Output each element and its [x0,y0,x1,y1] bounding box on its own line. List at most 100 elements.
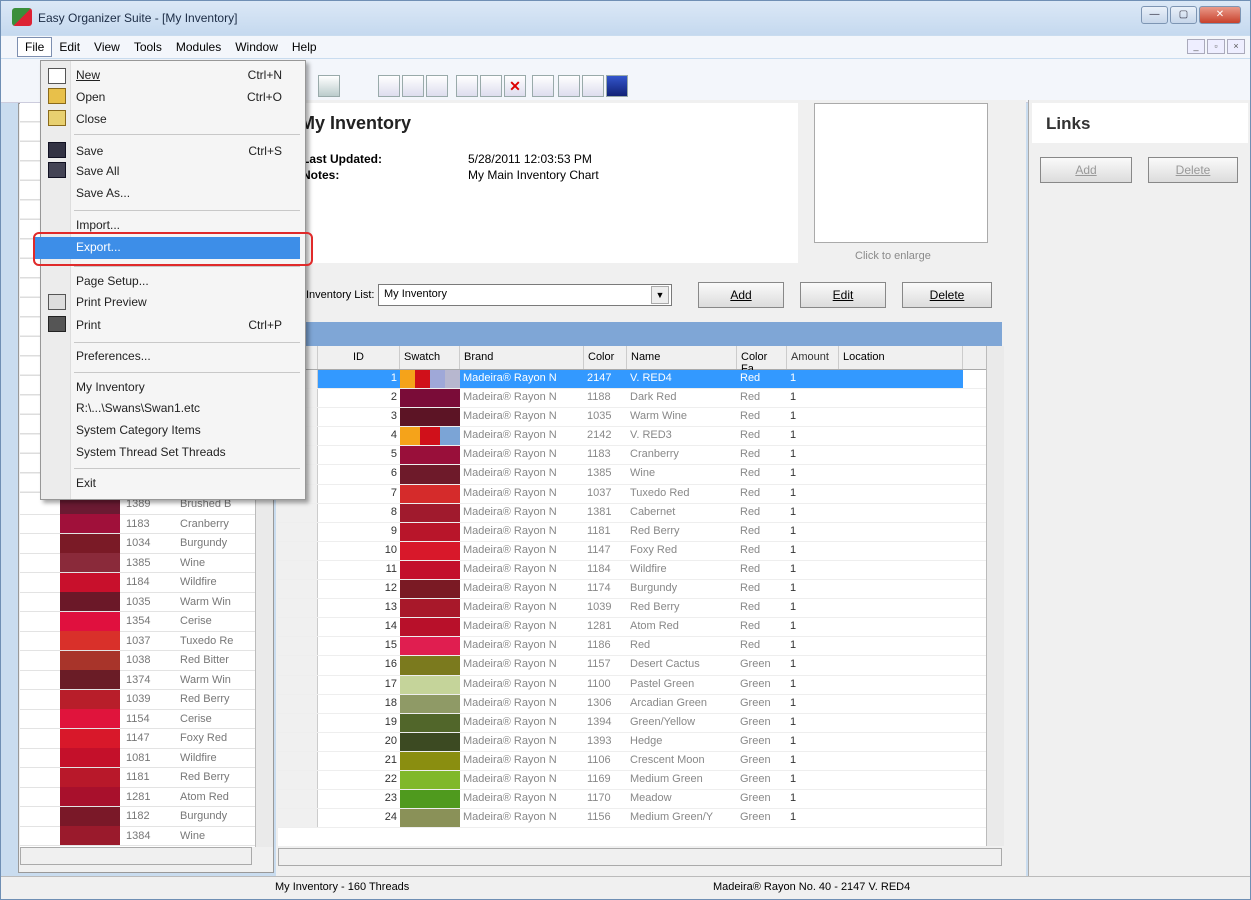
left-vertical-scrollbar[interactable] [255,495,273,847]
menu-item-new[interactable]: New [76,68,100,82]
list-item[interactable]: 1037 Tuxedo Re [20,631,272,651]
table-row[interactable]: 18 Madeira® Rayon N 1306 Arcadian Green Gree… [278,694,986,714]
table-row[interactable]: 9 Madeira® Rayon N 1181 Red Berry Red 1 [278,522,986,542]
list-item[interactable]: 1038 Red Bitter [20,650,272,671]
menu-help[interactable]: Help [285,38,324,56]
toolbar-grid-icon[interactable] [378,75,400,97]
toolbar-print-icon[interactable] [318,75,340,97]
list-item[interactable]: 1182 Burgundy [20,806,272,827]
mdi-minimize-button[interactable]: _ [1187,39,1205,54]
recent-file-4[interactable]: System Thread Set Threads [76,445,226,459]
table-row[interactable]: 19 Madeira® Rayon N 1394 Green/Yellow Green 1 [278,713,986,733]
list-item[interactable]: 1039 Red Berry [20,689,272,710]
col-color[interactable]: Color [584,346,627,369]
mdi-restore-button[interactable]: ▫ [1207,39,1225,54]
grid-vertical-scrollbar[interactable] [986,346,1004,846]
toolbar-monitor-icon[interactable] [606,75,628,97]
table-row[interactable]: 10 Madeira® Rayon N 1147 Foxy Red Red 1 [278,541,986,561]
toolbar-unlink-icon[interactable] [480,75,502,97]
table-row[interactable]: 14 Madeira® Rayon N 1281 Atom Red Red 1 [278,618,986,638]
col-name[interactable]: Name [627,346,737,369]
list-item[interactable]: 1035 Warm Win [20,592,272,612]
col-amount[interactable]: Amount [787,346,839,369]
links-add-button[interactable]: Add [1040,157,1132,183]
col-color-family[interactable]: Color Fa [737,346,787,375]
table-row[interactable]: 4 Madeira® Rayon N 2142 V. RED3 Red 1 [278,427,986,447]
menu-tools[interactable]: Tools [127,38,169,56]
left-horizontal-scrollbar[interactable] [20,847,252,865]
table-row[interactable]: 1 Madeira® Rayon N 2147 V. RED4 Red 1 [278,370,986,390]
table-row[interactable]: 21 Madeira® Rayon N 1106 Crescent Moon Green… [278,751,986,771]
list-item[interactable]: 1081 Wildfire [20,748,272,768]
table-row[interactable]: 15 Madeira® Rayon N 1186 Red Red 1 [278,637,986,657]
table-row[interactable]: 7 Madeira® Rayon N 1037 Tuxedo Red Red 1 [278,484,986,504]
list-item[interactable]: 1154 Cerise [20,709,272,729]
toolbar-add-thread-icon[interactable] [532,75,554,97]
menu-edit[interactable]: Edit [52,38,87,56]
toolbar-chart-icon[interactable] [582,75,604,97]
close-button[interactable]: ✕ [1199,6,1241,24]
list-item[interactable]: 1281 Atom Red [20,787,272,807]
col-brand[interactable]: Brand [460,346,584,369]
toolbar-palette-icon[interactable] [558,75,580,97]
chevron-down-icon[interactable]: ▼ [651,286,669,304]
list-item[interactable]: 1183 Cranberry [20,514,272,534]
table-row[interactable]: 6 Madeira® Rayon N 1385 Wine Red 1 [278,465,986,485]
mdi-close-button[interactable]: × [1227,39,1245,54]
menu-file[interactable]: File [17,37,53,57]
menu-item-save[interactable]: Save [76,144,103,158]
table-row[interactable]: 2 Madeira® Rayon N 1188 Dark Red Red 1 [278,389,986,409]
menu-item-page-setup[interactable]: Page Setup... [76,274,149,288]
menu-item-preferences[interactable]: Preferences... [76,349,151,363]
menu-window[interactable]: Window [228,38,285,56]
menu-item-save-as[interactable]: Save As... [76,186,130,200]
menu-modules[interactable]: Modules [169,38,228,56]
menu-item-print-preview[interactable]: Print Preview [76,295,147,309]
menu-item-open[interactable]: Open [76,90,105,104]
table-row[interactable]: 5 Madeira® Rayon N 1183 Cranberry Red 1 [278,446,986,466]
toolbar-table-icon[interactable] [402,75,424,97]
col-swatch[interactable]: Swatch [400,346,460,369]
table-row[interactable]: 22 Madeira® Rayon N 1169 Medium Green Green 1 [278,770,986,791]
table-row[interactable]: 3 Madeira® Rayon N 1035 Warm Wine Red 1 [278,408,986,428]
list-item[interactable]: 1374 Warm Win [20,670,272,690]
table-row[interactable]: 11 Madeira® Rayon N 1184 Wildfire Red 1 [278,560,986,581]
list-item[interactable]: 1181 Red Berry [20,767,272,788]
inventory-list-dropdown[interactable]: My Inventory [378,284,672,306]
inventory-image[interactable] [814,103,988,243]
table-row[interactable]: 12 Madeira® Rayon N 1174 Burgundy Red 1 [278,580,986,600]
grid-horizontal-scrollbar[interactable] [278,848,1002,866]
col-location[interactable]: Location [839,346,963,369]
recent-file-1[interactable]: My Inventory [76,380,145,394]
table-row[interactable]: 13 Madeira® Rayon N 1039 Red Berry Red 1 [278,599,986,619]
menu-item-exit[interactable]: Exit [76,476,96,490]
table-row[interactable]: 8 Madeira® Rayon N 1381 Cabernet Red 1 [278,503,986,523]
list-item[interactable]: 1385 Wine [20,553,272,573]
minimize-button[interactable]: — [1141,6,1168,24]
list-item[interactable]: 1384 Wine [20,826,272,846]
table-row[interactable]: 20 Madeira® Rayon N 1393 Hedge Green 1 [278,732,986,752]
list-item[interactable]: 1354 Cerise [20,611,272,632]
table-row[interactable]: 24 Madeira® Rayon N 1156 Medium Green/Y Gree… [278,809,986,829]
table-row[interactable]: 17 Madeira® Rayon N 1100 Pastel Green Green 1 [278,675,986,695]
menu-item-import[interactable]: Import... [76,218,120,232]
table-row[interactable]: 16 Madeira® Rayon N 1157 Desert Cactus Green… [278,656,986,676]
menu-item-print[interactable]: Print [76,318,101,332]
list-item[interactable]: 1147 Foxy Red [20,728,272,749]
edit-inventory-button[interactable]: Edit [800,282,886,308]
list-item[interactable]: 1034 Burgundy [20,533,272,554]
maximize-button[interactable]: ▢ [1170,6,1197,24]
menu-view[interactable]: View [87,38,127,56]
menu-item-close[interactable]: Close [76,112,107,126]
delete-inventory-button[interactable]: Delete [902,282,992,308]
recent-file-3[interactable]: System Category Items [76,423,201,437]
table-row[interactable]: 23 Madeira® Rayon N 1170 Meadow Green 1 [278,790,986,810]
toolbar-delete-icon[interactable]: ✕ [504,75,526,97]
links-delete-button[interactable]: Delete [1148,157,1238,183]
menu-item-save-all[interactable]: Save All [76,164,119,178]
toolbar-link-icon[interactable] [456,75,478,97]
toolbar-columns-icon[interactable] [426,75,448,97]
add-inventory-button[interactable]: Add [698,282,784,308]
list-item[interactable]: 1184 Wildfire [20,572,272,593]
col-id[interactable]: ID [318,346,400,369]
